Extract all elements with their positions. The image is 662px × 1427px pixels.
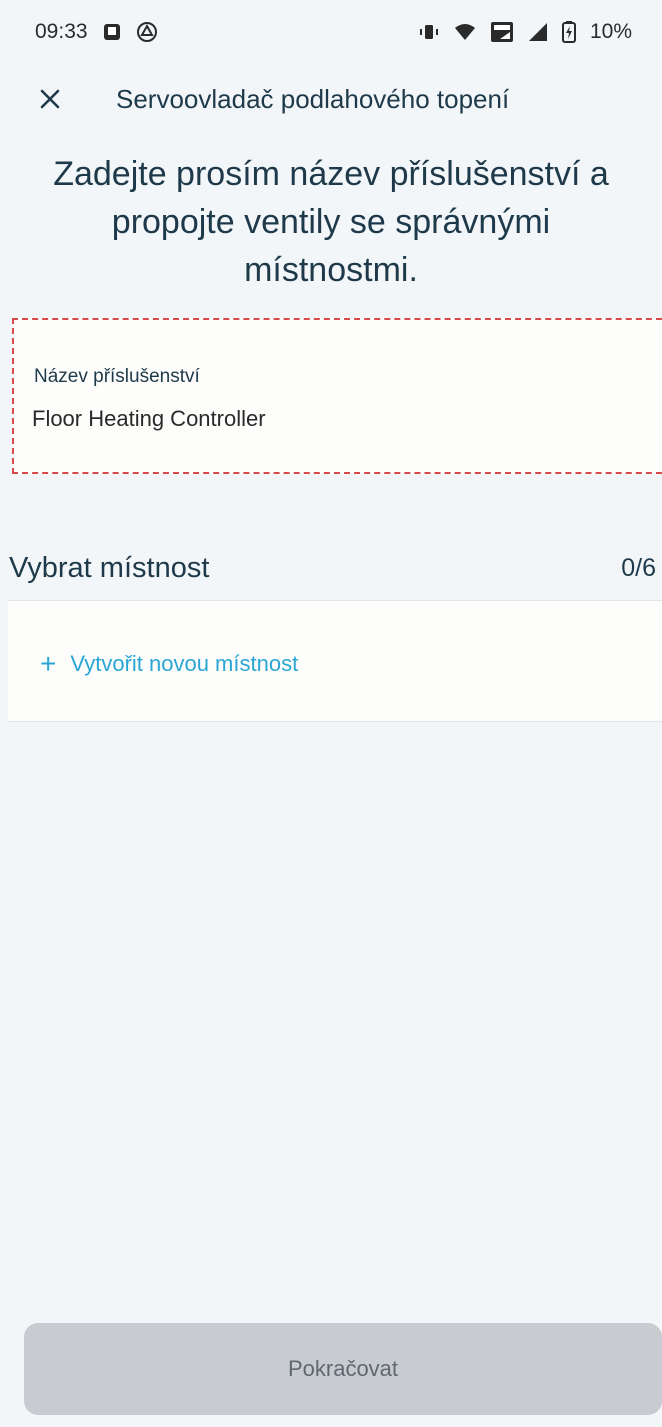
room-section-title: Vybrat místnost: [9, 551, 210, 584]
room-list: + Vytvořit novou místnost: [8, 600, 662, 722]
notification-icon: [102, 22, 122, 42]
plus-icon: +: [40, 648, 57, 679]
vibrate-icon: [418, 22, 440, 42]
battery-percentage: 10%: [589, 20, 632, 43]
room-section-header: Vybrat místnost 0/6: [0, 538, 662, 598]
status-bar-right: 10%: [418, 20, 632, 44]
create-room-button[interactable]: + Vytvořit novou místnost: [40, 648, 299, 679]
app-header: Servoovladač podlahového topení: [0, 64, 662, 134]
accessory-name-input[interactable]: [32, 406, 632, 432]
close-button[interactable]: [26, 75, 74, 123]
battery-icon: [561, 21, 576, 43]
room-count: 0/6: [621, 553, 656, 582]
close-icon: [40, 89, 60, 109]
continue-button[interactable]: Pokračovat: [24, 1323, 662, 1415]
accessory-name-card[interactable]: Název příslušenství: [12, 318, 662, 474]
page-title: Servoovladač podlahového topení: [116, 83, 510, 114]
create-room-label: Vytvořit novou místnost: [70, 651, 299, 676]
status-time: 09:33: [35, 20, 88, 43]
volte-icon: [490, 21, 514, 43]
status-bar-left: 09:33: [35, 20, 158, 44]
signal-icon: [528, 22, 548, 42]
wifi-icon: [454, 22, 476, 42]
instruction-text: Zadejte prosím název příslušenství a pro…: [53, 155, 609, 289]
drive-icon: [136, 22, 158, 42]
status-bar: 09:33 10%: [0, 0, 662, 64]
accessory-name-label: Název příslušenství: [34, 366, 200, 387]
